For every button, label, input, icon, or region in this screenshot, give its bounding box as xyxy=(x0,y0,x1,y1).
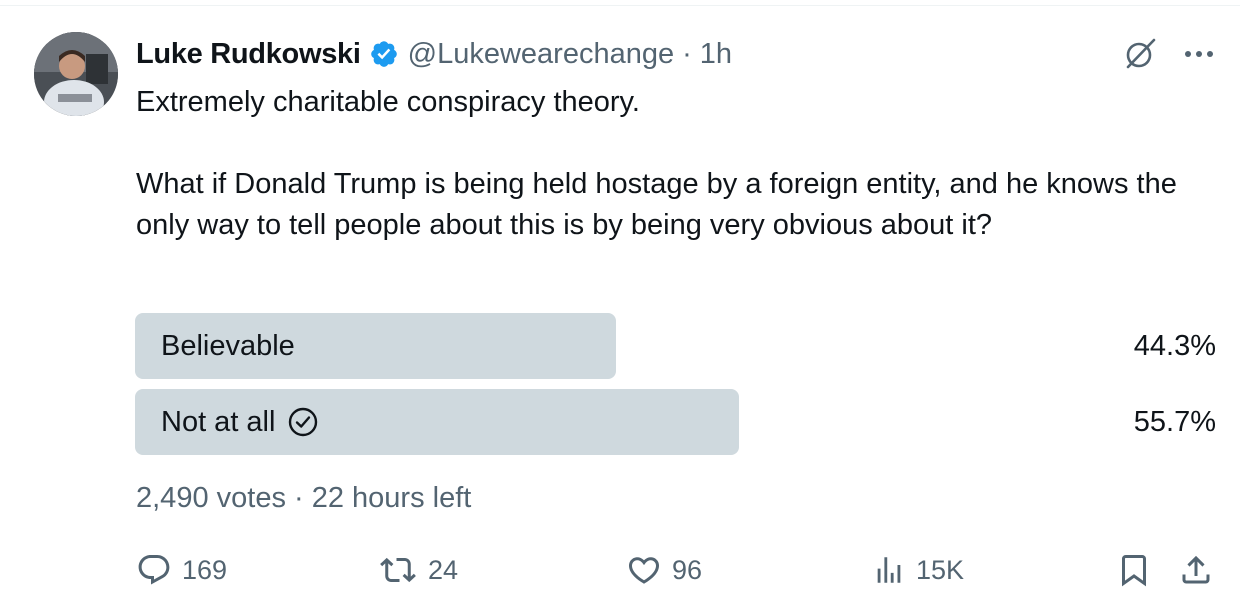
more-icon[interactable] xyxy=(1180,40,1218,68)
avatar-image xyxy=(34,32,118,116)
poll-meta: 2,490 votes · 22 hours left xyxy=(136,482,472,514)
tweet-header: Luke Rudkowski @Lukewearechange · 1h xyxy=(136,34,732,74)
views-count: 15K xyxy=(916,554,965,585)
poll-option-text: Not at all xyxy=(161,405,276,438)
verified-badge-icon xyxy=(369,39,399,69)
share-button[interactable] xyxy=(1178,546,1224,594)
reply-button[interactable]: 169 xyxy=(136,546,227,594)
repost-button[interactable]: 24 xyxy=(378,546,458,594)
bookmark-button[interactable] xyxy=(1116,546,1162,594)
grok-icon[interactable] xyxy=(1122,36,1158,72)
tweet-text: Extremely charitable conspiracy theory. … xyxy=(136,86,1177,241)
poll-option-label: Believable xyxy=(161,313,295,379)
views-icon xyxy=(877,557,901,583)
top-divider xyxy=(0,5,1240,6)
poll-option-percent: 44.3% xyxy=(1133,329,1216,362)
author-name[interactable]: Luke Rudkowski xyxy=(136,38,361,71)
poll-option-not-at-all[interactable]: Not at all 55.7% xyxy=(135,389,1220,455)
poll-option-percent: 55.7% xyxy=(1133,405,1216,438)
views-button[interactable]: 15K xyxy=(872,546,964,594)
poll-option-text: Believable xyxy=(161,329,295,362)
avatar[interactable] xyxy=(34,32,118,116)
tweet-time[interactable]: 1h xyxy=(700,38,732,71)
reply-count: 169 xyxy=(182,554,228,585)
heart-icon xyxy=(628,557,660,584)
check-circle-icon xyxy=(287,406,319,438)
poll-option-believable[interactable]: Believable 44.3% xyxy=(135,313,1220,379)
repost-count: 24 xyxy=(428,554,459,585)
repost-icon xyxy=(380,557,416,583)
poll-option-label: Not at all xyxy=(161,389,319,455)
like-button[interactable]: 96 xyxy=(626,546,702,594)
author-handle[interactable]: @Lukewearechange xyxy=(408,38,674,71)
action-bar: 169 24 96 15K xyxy=(0,546,1240,594)
like-count: 96 xyxy=(672,554,703,585)
share-icon xyxy=(1182,555,1210,584)
bookmark-icon xyxy=(1122,555,1146,587)
reply-icon xyxy=(138,555,170,585)
header-separator: · xyxy=(682,37,692,70)
